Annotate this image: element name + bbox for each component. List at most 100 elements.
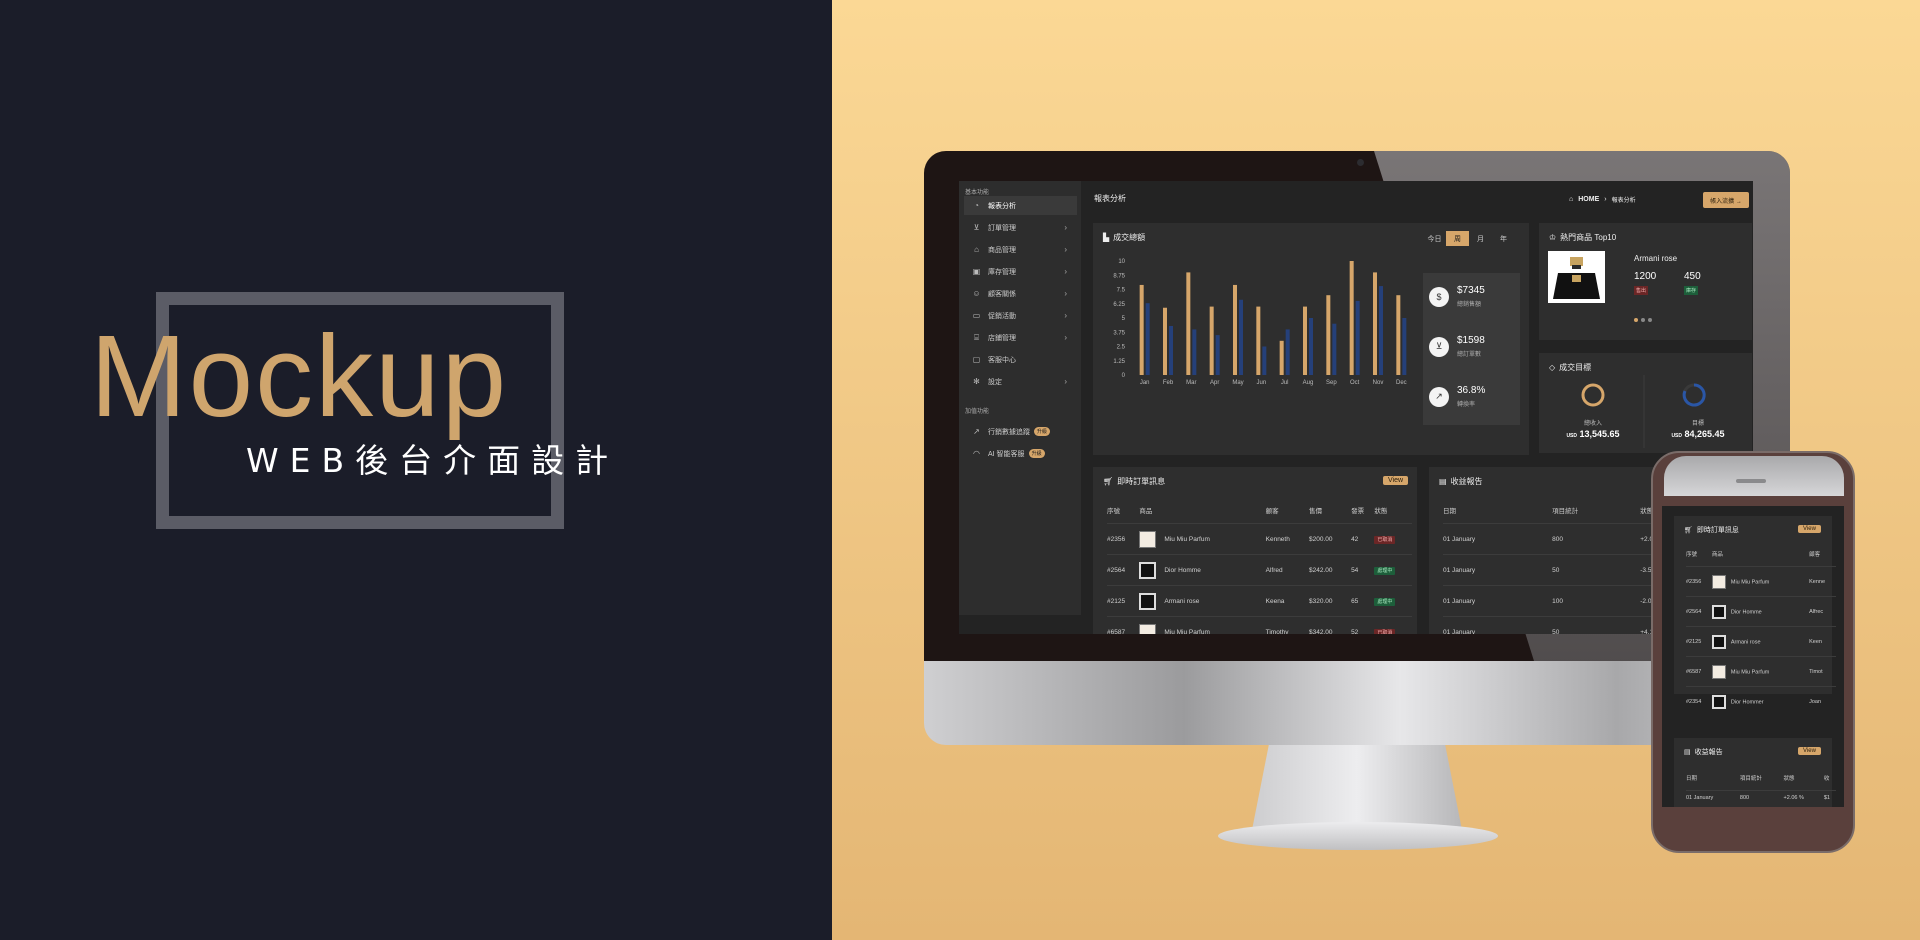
- sidebar-item[interactable]: ⊻ 訂單管理 ›: [964, 218, 1077, 237]
- order-product-cell: Miu Miu Parfum: [1139, 523, 1266, 555]
- stat-label: 總銷售額: [1457, 302, 1482, 308]
- top-product-title-text: 熱門商品 Top10: [1560, 233, 1617, 242]
- revenue-title: ▤ 收益報告: [1439, 476, 1483, 487]
- stat-text: 36.8% 轉換率: [1457, 385, 1485, 408]
- order-id: #2356: [1107, 523, 1140, 555]
- cart-icon: ⊻: [973, 223, 980, 232]
- sidebar-item[interactable]: ☺ 顧客關係 ›: [964, 284, 1077, 303]
- period-tab[interactable]: 年: [1492, 231, 1515, 246]
- order-product: Miu Miu Parfum: [1164, 535, 1210, 543]
- status-badge: 處理中: [1374, 597, 1396, 606]
- period-tab[interactable]: 月: [1469, 231, 1492, 246]
- people-icon: ☺: [972, 289, 981, 298]
- upgrade-badge: 升級: [1028, 449, 1045, 458]
- order-id: #2354: [1686, 686, 1712, 717]
- orders-header: 商品: [1139, 508, 1153, 515]
- order-status-cell: 已取消: [1374, 523, 1412, 555]
- phone-orders-header: 顧客: [1809, 552, 1821, 558]
- sidebar-item[interactable]: ▭ 促銷活動 ›: [964, 306, 1077, 325]
- y-tick-label: 1.25: [1113, 359, 1125, 365]
- order-id: #2125: [1107, 585, 1140, 617]
- stat-label: 轉換率: [1457, 402, 1476, 408]
- product-thumbnail: [1711, 634, 1726, 649]
- status-badge: 已取消: [1374, 535, 1396, 544]
- y-tick-label: 0: [1122, 373, 1126, 379]
- sidebar-item-label: 庫存管理: [988, 268, 1016, 276]
- income-label: 總收入: [1583, 421, 1602, 427]
- phone-revenue-header: 日期: [1686, 776, 1698, 782]
- sidebar-item[interactable]: ⌂ 商品管理 ›: [964, 240, 1077, 259]
- order-product-cell: Miu Miu Parfum: [1711, 656, 1810, 687]
- chat-icon: ▢: [972, 355, 981, 364]
- sidebar-extra-item[interactable]: ◠ AI 智能客服 升級: [964, 444, 1077, 463]
- phone-revenue-view-button[interactable]: View: [1798, 747, 1821, 755]
- y-tick-label: 5: [1122, 316, 1126, 322]
- sidebar-item[interactable]: ✻ 設定 ›: [964, 372, 1077, 391]
- revenue-title-text: 收益報告: [1450, 477, 1483, 486]
- goal-label: 目標: [1691, 421, 1704, 427]
- dashboard-screen: 基本功能 ◔ 報表分析 ⊻ 訂單管理 › ⌂ 商品管理 › ▣ 庫存管理 › ☺ 顧客關係 › ▭ 促銷活動 ›…: [959, 181, 1753, 634]
- table-row[interactable]: #2564 Dior Homme Alfred $242.00 54 處理中: [1107, 554, 1412, 586]
- table-row[interactable]: #2354 Dior Hommer Joan: [1686, 686, 1836, 717]
- phone-revenue-header: 收: [1823, 776, 1830, 782]
- revenue-date: 01 January: [1443, 616, 1553, 634]
- x-tick-label: Sep: [1326, 380, 1337, 386]
- table-row[interactable]: #2125 Armani rose Keen: [1686, 626, 1836, 657]
- chart-bar: [1262, 346, 1267, 375]
- hero-title: Mockup: [90, 311, 509, 441]
- product-thumbnail: [1711, 694, 1726, 709]
- table-row[interactable]: #6587 Miu Miu Parfum Timothy $342.00 52 已取消: [1107, 616, 1412, 634]
- order-product-cell: Armani rose: [1139, 585, 1266, 617]
- period-tab[interactable]: 今日: [1423, 231, 1446, 246]
- order-product: Dior Hommer: [1730, 699, 1764, 706]
- carousel-dots[interactable]: [1634, 318, 1652, 322]
- order-customer: Joan: [1809, 686, 1836, 717]
- chart-bar: [1309, 318, 1313, 375]
- phone-orders-card: 🛒︎ 即時訂單訊息 View 序號 商品 顧客 #2356 Miu Miu Parfum…: [1674, 516, 1836, 717]
- orders-header: 序號: [1107, 508, 1120, 515]
- sidebar-extra-item[interactable]: ↗ 行銷數據追蹤 升級: [964, 422, 1077, 441]
- order-product-cell: Dior Homme: [1139, 554, 1266, 586]
- goal-currency: USD: [1671, 433, 1682, 439]
- order-product: Dior Homme: [1730, 608, 1762, 615]
- sidebar-section-extra: 加值功能: [965, 409, 990, 415]
- x-tick-label: Apr: [1210, 380, 1219, 386]
- chart-bar: [1373, 272, 1377, 375]
- phone-orders-view-button[interactable]: View: [1798, 525, 1821, 533]
- phone-orders-table: 序號 商品 顧客 #2356 Miu Miu Parfum Kenne #2564 Dior…: [1686, 550, 1836, 717]
- table-row[interactable]: #2356 Miu Miu Parfum Kenne: [1686, 566, 1836, 597]
- product-image: [1548, 251, 1605, 303]
- table-row[interactable]: #2356 Miu Miu Parfum Kenneth $200.00 42 已取消: [1107, 523, 1412, 555]
- stat-value: $7345: [1457, 285, 1485, 296]
- order-customer: Timothy: [1265, 616, 1309, 634]
- breadcrumb-home[interactable]: HOME: [1578, 196, 1599, 203]
- sales-chart: 10 8.75 7.5 6.25 5 3.75 2.5 1.25 0 Jan Feb Mar Apr Ma…: [1113, 259, 1406, 386]
- product-thumbnail: [1139, 530, 1157, 548]
- x-tick-label: Feb: [1163, 380, 1174, 386]
- table-row[interactable]: #2125 Armani rose Keena $320.00 65 處理中: [1107, 585, 1412, 617]
- cart-icon: 🛒︎: [1684, 527, 1693, 534]
- phone-revenue-title-text: 收益報告: [1694, 749, 1723, 756]
- orders-view-button[interactable]: View: [1383, 476, 1409, 485]
- table-row[interactable]: #6587 Miu Miu Parfum Timot: [1686, 656, 1836, 687]
- sidebar-item[interactable]: ▢ 客服中心: [964, 350, 1077, 369]
- x-tick-label: May: [1232, 380, 1243, 386]
- x-tick-label: Jul: [1281, 380, 1289, 386]
- revenue-date: 01 January: [1443, 523, 1553, 555]
- chart-bar: [1215, 335, 1220, 375]
- sidebar-item[interactable]: ◔ 報表分析: [964, 196, 1077, 215]
- sidebar-item-label: 促銷活動: [988, 312, 1016, 320]
- sidebar-item[interactable]: ⌸ 店鋪管理 ›: [964, 328, 1077, 347]
- chart-bar: [1332, 323, 1337, 375]
- order-product: Miu Miu Parfum: [1730, 578, 1770, 585]
- order-status-cell: 已取消: [1374, 616, 1412, 634]
- login-button[interactable]: 帳入流擴 →: [1703, 192, 1749, 208]
- store-icon: ⌸: [974, 333, 979, 342]
- sidebar-item[interactable]: ▣ 庫存管理 ›: [964, 262, 1077, 281]
- orders-title: 🛒︎ 即時訂單訊息: [1103, 476, 1165, 487]
- sold-badge: 售出: [1634, 286, 1649, 295]
- top-product-title: ♔ 熱門商品 Top10: [1549, 232, 1616, 243]
- table-row[interactable]: #2564 Dior Homme Alfrec: [1686, 596, 1836, 627]
- period-tab[interactable]: 周: [1446, 231, 1469, 246]
- breadcrumb: ⌂ HOME › 報表分析: [1569, 195, 1636, 204]
